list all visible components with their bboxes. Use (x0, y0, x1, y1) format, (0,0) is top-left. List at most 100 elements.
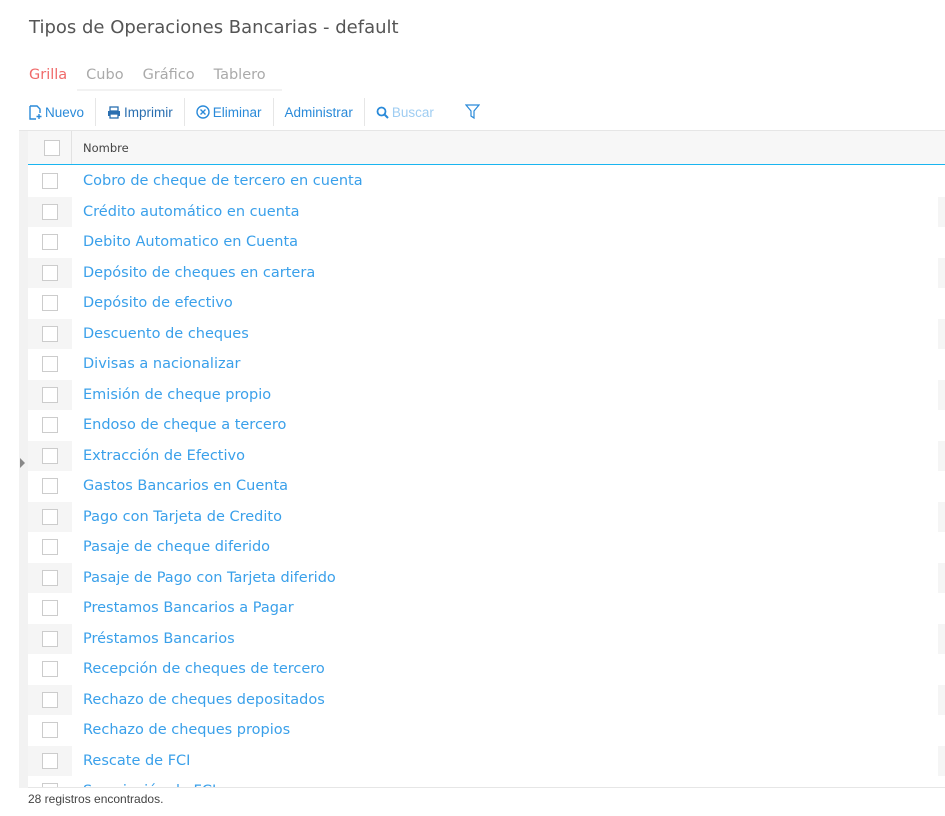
row-name-link[interactable]: Descuento de cheques (83, 326, 249, 342)
row-checkbox[interactable] (42, 356, 58, 373)
row-checkbox[interactable] (42, 325, 58, 342)
select-all-checkbox[interactable] (44, 139, 60, 156)
row-checkbox-cell (28, 227, 72, 258)
table-row[interactable]: Pago con Tarjeta de Credito (28, 501, 945, 532)
row-name-link[interactable]: Recepción de cheques de tercero (83, 661, 325, 677)
data-grid: Nombre Cobro de cheque de tercero en cue… (19, 130, 945, 788)
column-header-nombre[interactable]: Nombre (83, 141, 129, 155)
row-checkbox[interactable] (42, 508, 58, 525)
grid-rows: Cobro de cheque de tercero en cuenta Créd… (28, 166, 945, 788)
row-name-link[interactable]: Debito Automatico en Cuenta (83, 234, 298, 250)
table-row[interactable]: Extracción de Efectivo (28, 440, 945, 471)
row-checkbox-cell (28, 471, 72, 502)
row-checkbox[interactable] (42, 661, 58, 678)
row-name-link[interactable]: Rechazo de cheques propios (83, 722, 290, 738)
table-row[interactable]: Rechazo de cheques depositados (28, 684, 945, 715)
tab-grilla[interactable]: Grilla (29, 67, 67, 88)
print-label: Imprimir (124, 104, 173, 120)
grid-bottom-border (28, 787, 945, 788)
row-checkbox[interactable] (42, 478, 58, 495)
row-checkbox[interactable] (42, 722, 58, 739)
row-checkbox-cell (28, 715, 72, 746)
grid-header: Nombre (28, 131, 945, 165)
row-checkbox[interactable] (42, 386, 58, 403)
print-button[interactable]: Imprimir (96, 98, 185, 126)
row-checkbox-cell (28, 501, 72, 532)
toolbar: Nuevo Imprimir Eliminar Administrar Busc… (29, 97, 491, 127)
table-row[interactable]: Debito Automatico en Cuenta (28, 227, 945, 258)
table-row[interactable]: Divisas a nacionalizar (28, 349, 945, 380)
row-checkbox[interactable] (42, 173, 58, 190)
row-checkbox-cell (28, 318, 72, 349)
row-checkbox-cell (28, 654, 72, 685)
page-title: Tipos de Operaciones Bancarias - default (29, 17, 399, 38)
row-checkbox-cell (28, 196, 72, 227)
row-checkbox-cell (28, 379, 72, 410)
row-name-link[interactable]: Préstamos Bancarios (83, 631, 235, 647)
row-name-link[interactable]: Emisión de cheque propio (83, 387, 271, 403)
table-row[interactable]: Depósito de cheques en cartera (28, 257, 945, 288)
row-checkbox-cell (28, 684, 72, 715)
new-file-icon (29, 104, 42, 120)
table-row[interactable]: Rechazo de cheques propios (28, 715, 945, 746)
table-row[interactable]: Prestamos Bancarios a Pagar (28, 593, 945, 624)
search-button[interactable]: Buscar (365, 98, 445, 126)
table-row[interactable]: Préstamos Bancarios (28, 623, 945, 654)
row-name-link[interactable]: Cobro de cheque de tercero en cuenta (83, 173, 363, 189)
row-name-link[interactable]: Crédito automático en cuenta (83, 204, 299, 220)
filter-button[interactable] (445, 98, 491, 126)
row-name-link[interactable]: Extracción de Efectivo (83, 448, 245, 464)
row-checkbox[interactable] (42, 264, 58, 281)
row-name-link[interactable]: Pasaje de cheque diferido (83, 539, 270, 555)
row-name-link[interactable]: Depósito de efectivo (83, 295, 233, 311)
row-name-link[interactable]: Rescate de FCI (83, 753, 190, 769)
row-checkbox[interactable] (42, 203, 58, 220)
row-checkbox-cell (28, 440, 72, 471)
tab-underline (77, 89, 282, 91)
row-checkbox[interactable] (42, 234, 58, 251)
new-button[interactable]: Nuevo (29, 98, 97, 126)
column-separator (71, 131, 72, 164)
record-count: 28 registros encontrados. (28, 792, 164, 806)
table-row[interactable]: Gastos Bancarios en Cuenta (28, 471, 945, 502)
current-row-arrow-icon (20, 458, 25, 468)
row-checkbox[interactable] (42, 417, 58, 434)
row-name-link[interactable]: Divisas a nacionalizar (83, 356, 240, 372)
manage-button[interactable]: Administrar (274, 98, 365, 126)
tab-grafico[interactable]: Gráfico (143, 67, 195, 88)
row-name-link[interactable]: Prestamos Bancarios a Pagar (83, 600, 294, 616)
row-checkbox-cell (28, 745, 72, 776)
row-name-link[interactable]: Gastos Bancarios en Cuenta (83, 478, 288, 494)
table-row[interactable]: Recepción de cheques de tercero (28, 654, 945, 685)
table-row[interactable]: Emisión de cheque propio (28, 379, 945, 410)
tab-cubo[interactable]: Cubo (86, 67, 123, 88)
row-checkbox[interactable] (42, 569, 58, 586)
table-row[interactable]: Pasaje de cheque diferido (28, 532, 945, 563)
view-tabs: Grilla Cubo Gráfico Tablero (29, 67, 285, 88)
row-checkbox[interactable] (42, 691, 58, 708)
row-indicator-strip (19, 131, 28, 788)
table-row[interactable]: Cobro de cheque de tercero en cuenta (28, 166, 945, 197)
row-checkbox[interactable] (42, 295, 58, 312)
table-row[interactable]: Crédito automático en cuenta (28, 196, 945, 227)
row-name-link[interactable]: Endoso de cheque a tercero (83, 417, 286, 433)
table-row[interactable]: Descuento de cheques (28, 318, 945, 349)
tab-tablero[interactable]: Tablero (214, 67, 266, 88)
row-checkbox[interactable] (42, 447, 58, 464)
row-checkbox[interactable] (42, 752, 58, 769)
delete-label: Eliminar (212, 104, 262, 120)
row-checkbox-cell (28, 532, 72, 563)
row-name-link[interactable]: Rechazo de cheques depositados (83, 692, 325, 708)
table-row[interactable]: Pasaje de Pago con Tarjeta diferido (28, 562, 945, 593)
table-row[interactable]: Rescate de FCI (28, 745, 945, 776)
table-row[interactable]: Endoso de cheque a tercero (28, 410, 945, 441)
row-name-link[interactable]: Depósito de cheques en cartera (83, 265, 315, 281)
search-icon (376, 106, 389, 119)
row-checkbox[interactable] (42, 600, 58, 617)
row-name-link[interactable]: Pago con Tarjeta de Credito (83, 509, 282, 525)
row-name-link[interactable]: Pasaje de Pago con Tarjeta diferido (83, 570, 336, 586)
row-checkbox[interactable] (42, 539, 58, 556)
delete-button[interactable]: Eliminar (185, 98, 274, 126)
table-row[interactable]: Depósito de efectivo (28, 288, 945, 319)
row-checkbox[interactable] (42, 630, 58, 647)
